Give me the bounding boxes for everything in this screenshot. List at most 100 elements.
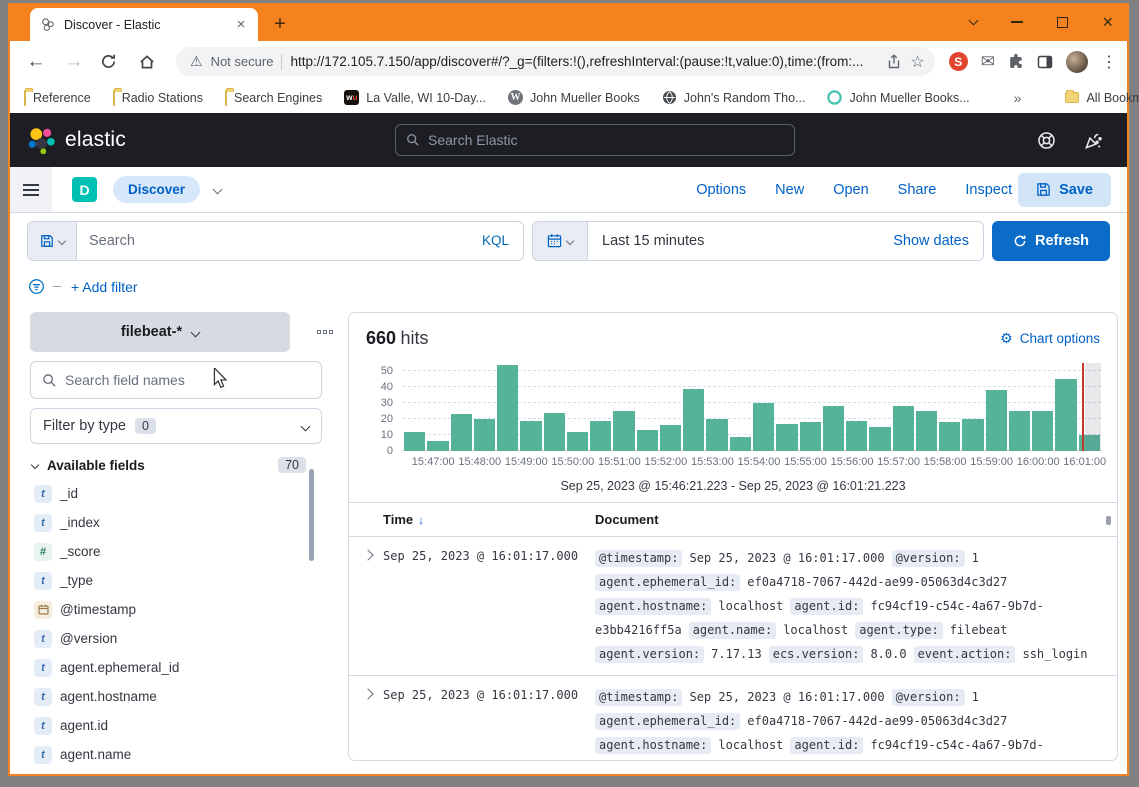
news-popper-icon[interactable] (1084, 131, 1103, 150)
filter-by-type-select[interactable]: Filter by type 0 (30, 408, 322, 444)
bookmark-john-mueller-books[interactable]: WJohn Mueller Books (508, 90, 640, 105)
index-pattern-selector[interactable]: filebeat-* (30, 312, 290, 352)
histogram-bar[interactable] (660, 425, 681, 451)
side-panel-icon[interactable] (1037, 54, 1053, 70)
table-scrollbar-thumb[interactable] (1106, 516, 1111, 525)
share-icon[interactable] (886, 54, 902, 70)
kql-search-input[interactable] (77, 222, 468, 260)
histogram-bar[interactable] (404, 432, 425, 451)
show-dates-button[interactable]: Show dates (879, 222, 983, 260)
histogram-bar[interactable] (567, 432, 588, 451)
histogram-bar[interactable] (846, 421, 867, 451)
profile-avatar[interactable] (1066, 51, 1088, 73)
expand-row-icon[interactable] (362, 688, 373, 699)
expand-row-icon[interactable] (362, 549, 373, 560)
reload-button[interactable] (100, 53, 124, 70)
field-agent.ephemeral_id[interactable]: tagent.ephemeral_id (30, 653, 322, 682)
new-tab-button[interactable]: + (266, 10, 294, 38)
nav-open[interactable]: Open (833, 182, 868, 198)
maximize-button[interactable] (1057, 17, 1068, 28)
field-@version[interactable]: t@version (30, 624, 322, 653)
histogram-bar[interactable] (962, 419, 983, 451)
field-agent.id[interactable]: tagent.id (30, 711, 322, 740)
field-_id[interactable]: t_id (30, 479, 322, 508)
histogram-bar[interactable] (451, 414, 472, 451)
field-_index[interactable]: t_index (30, 508, 322, 537)
histogram-bar[interactable] (613, 411, 634, 451)
nav-share[interactable]: Share (898, 182, 937, 198)
global-search-input[interactable] (428, 132, 784, 148)
histogram-bar[interactable] (637, 430, 658, 451)
elastic-logo[interactable]: elastic (28, 127, 126, 154)
bookmark-reference[interactable]: Reference (24, 91, 91, 105)
histogram-bar[interactable] (427, 441, 448, 451)
kql-language-button[interactable]: KQL (468, 222, 523, 260)
field-agent.name[interactable]: tagent.name (30, 740, 322, 769)
field-search-input[interactable] (65, 372, 310, 388)
histogram-bar[interactable] (590, 421, 611, 451)
bookmarks-overflow-chevrons[interactable]: » (1014, 90, 1022, 106)
refresh-button[interactable]: Refresh (992, 221, 1110, 261)
time-range-value[interactable]: Last 15 minutes (588, 222, 879, 260)
breadcrumb-chevron-icon[interactable] (213, 185, 223, 195)
histogram-bar[interactable] (916, 411, 937, 451)
mail-extension-icon[interactable]: ✉ (981, 52, 995, 72)
chart-options-button[interactable]: ⚙ Chart options (1000, 330, 1100, 347)
field-_type[interactable]: t_type (30, 566, 322, 595)
home-button[interactable] (138, 53, 162, 71)
browser-menu-icon[interactable]: ⋮ (1101, 52, 1117, 72)
available-fields-header[interactable]: Available fields 70 (30, 457, 322, 473)
histogram-bar[interactable] (753, 403, 774, 451)
histogram-bar[interactable] (730, 437, 751, 451)
all-bookmarks[interactable]: All Bookmarks (1065, 91, 1139, 105)
bookmark-star-icon[interactable]: ☆ (910, 52, 924, 72)
close-window-button[interactable]: × (1102, 13, 1113, 31)
bookmark-john-mueller-books-[interactable]: John Mueller Books... (827, 90, 969, 105)
bookmark-la-valle-wi-10-day-[interactable]: wuLa Valle, WI 10-Day... (344, 90, 486, 105)
histogram-chart[interactable]: 01020304050 (403, 363, 1101, 451)
histogram-bar[interactable] (869, 427, 890, 451)
histogram-bar[interactable] (474, 419, 495, 451)
field-_score[interactable]: #_score (30, 537, 322, 566)
histogram-bar[interactable] (1055, 379, 1076, 451)
field-search[interactable] (30, 361, 322, 399)
forward-button[interactable]: → (62, 51, 86, 73)
histogram-bar[interactable] (497, 365, 518, 451)
histogram-bar[interactable] (520, 421, 541, 451)
global-search[interactable] (395, 124, 795, 156)
histogram-bar[interactable] (1032, 411, 1053, 451)
browser-tab[interactable]: Discover - Elastic × (30, 8, 258, 41)
bookmark-search-engines[interactable]: Search Engines (225, 91, 322, 105)
nav-new[interactable]: New (775, 182, 804, 198)
extensions-puzzle-icon[interactable] (1008, 54, 1024, 70)
field-@timestamp[interactable]: @timestamp (30, 595, 322, 624)
histogram-bar[interactable] (1009, 411, 1030, 451)
nav-inspect[interactable]: Inspect (965, 182, 1012, 198)
histogram-bar[interactable] (706, 419, 727, 451)
nav-options[interactable]: Options (696, 182, 746, 198)
histogram-bar[interactable] (939, 422, 960, 451)
url-bar[interactable]: ⚠ Not secure http://172.105.7.150/app/di… (176, 47, 935, 76)
saved-query-menu-button[interactable] (28, 222, 77, 260)
save-button[interactable]: Save (1018, 173, 1111, 207)
field-agent.hostname[interactable]: tagent.hostname (30, 682, 322, 711)
sort-desc-icon[interactable]: ↓ (418, 513, 424, 527)
histogram-bar[interactable] (544, 413, 565, 451)
breadcrumb-discover[interactable]: Discover (113, 176, 200, 203)
date-quick-menu-button[interactable] (533, 222, 588, 260)
extension-s-icon[interactable]: S (949, 52, 968, 71)
bookmark-radio-stations[interactable]: Radio Stations (113, 91, 203, 105)
histogram-bar[interactable] (800, 422, 821, 451)
histogram-bar[interactable] (986, 390, 1007, 451)
histogram-bar[interactable] (893, 406, 914, 451)
minimize-button[interactable] (1011, 21, 1023, 23)
bookmark-john-s-random-tho-[interactable]: John's Random Tho... (662, 90, 806, 105)
add-filter-button[interactable]: + Add filter (71, 279, 138, 295)
histogram-bar[interactable] (776, 424, 797, 451)
time-column-header[interactable]: Time↓ (383, 512, 595, 527)
filter-icon[interactable] (28, 278, 45, 295)
histogram-bar[interactable] (823, 406, 844, 451)
tab-close-icon[interactable]: × (232, 16, 250, 34)
histogram-bar[interactable] (683, 389, 704, 451)
back-button[interactable]: ← (24, 51, 48, 73)
